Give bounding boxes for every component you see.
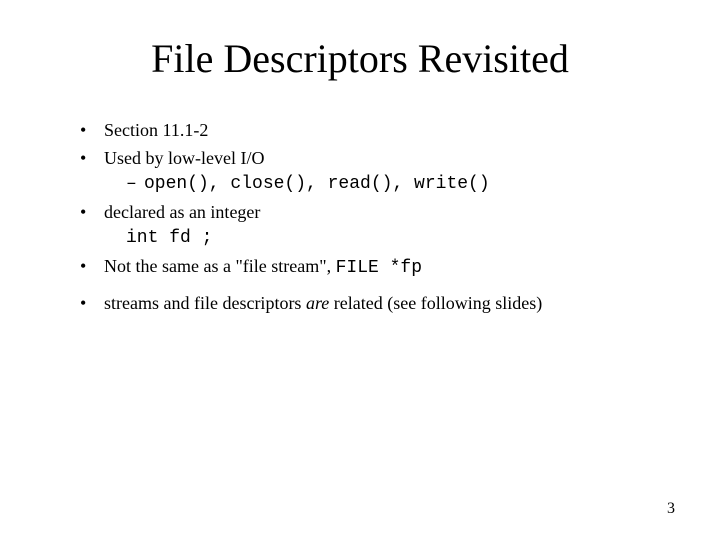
bullet-item: declared as an integer int fd ; <box>80 199 660 251</box>
bullet-text: related (see following slides) <box>329 293 542 313</box>
code-text: int fd ; <box>104 225 660 251</box>
sub-text: open(), close(), read(), write() <box>144 174 490 194</box>
page-number: 3 <box>667 500 675 518</box>
bullet-item: Not the same as a "file stream", FILE *f… <box>80 253 660 281</box>
bullet-italic: are <box>306 293 329 313</box>
bullet-item: streams and file descriptors are related… <box>80 290 660 316</box>
sub-item: open(), close(), read(), write() <box>126 171 660 197</box>
slide-title: File Descriptors Revisited <box>60 35 660 82</box>
sub-list: open(), close(), read(), write() <box>104 171 660 197</box>
bullet-text: streams and file descriptors <box>104 293 306 313</box>
bullet-list: Section 11.1-2 Used by low-level I/O ope… <box>60 117 660 316</box>
slide: File Descriptors Revisited Section 11.1-… <box>0 0 720 540</box>
bullet-text: Used by low-level I/O <box>104 148 264 168</box>
bullet-text: declared as an integer <box>104 202 260 222</box>
bullet-text: Not the same as a "file stream", <box>104 256 336 276</box>
bullet-text: Section 11.1-2 <box>104 120 208 140</box>
code-inline: FILE *fp <box>336 258 422 278</box>
bullet-item: Used by low-level I/O open(), close(), r… <box>80 145 660 197</box>
bullet-item: Section 11.1-2 <box>80 117 660 143</box>
